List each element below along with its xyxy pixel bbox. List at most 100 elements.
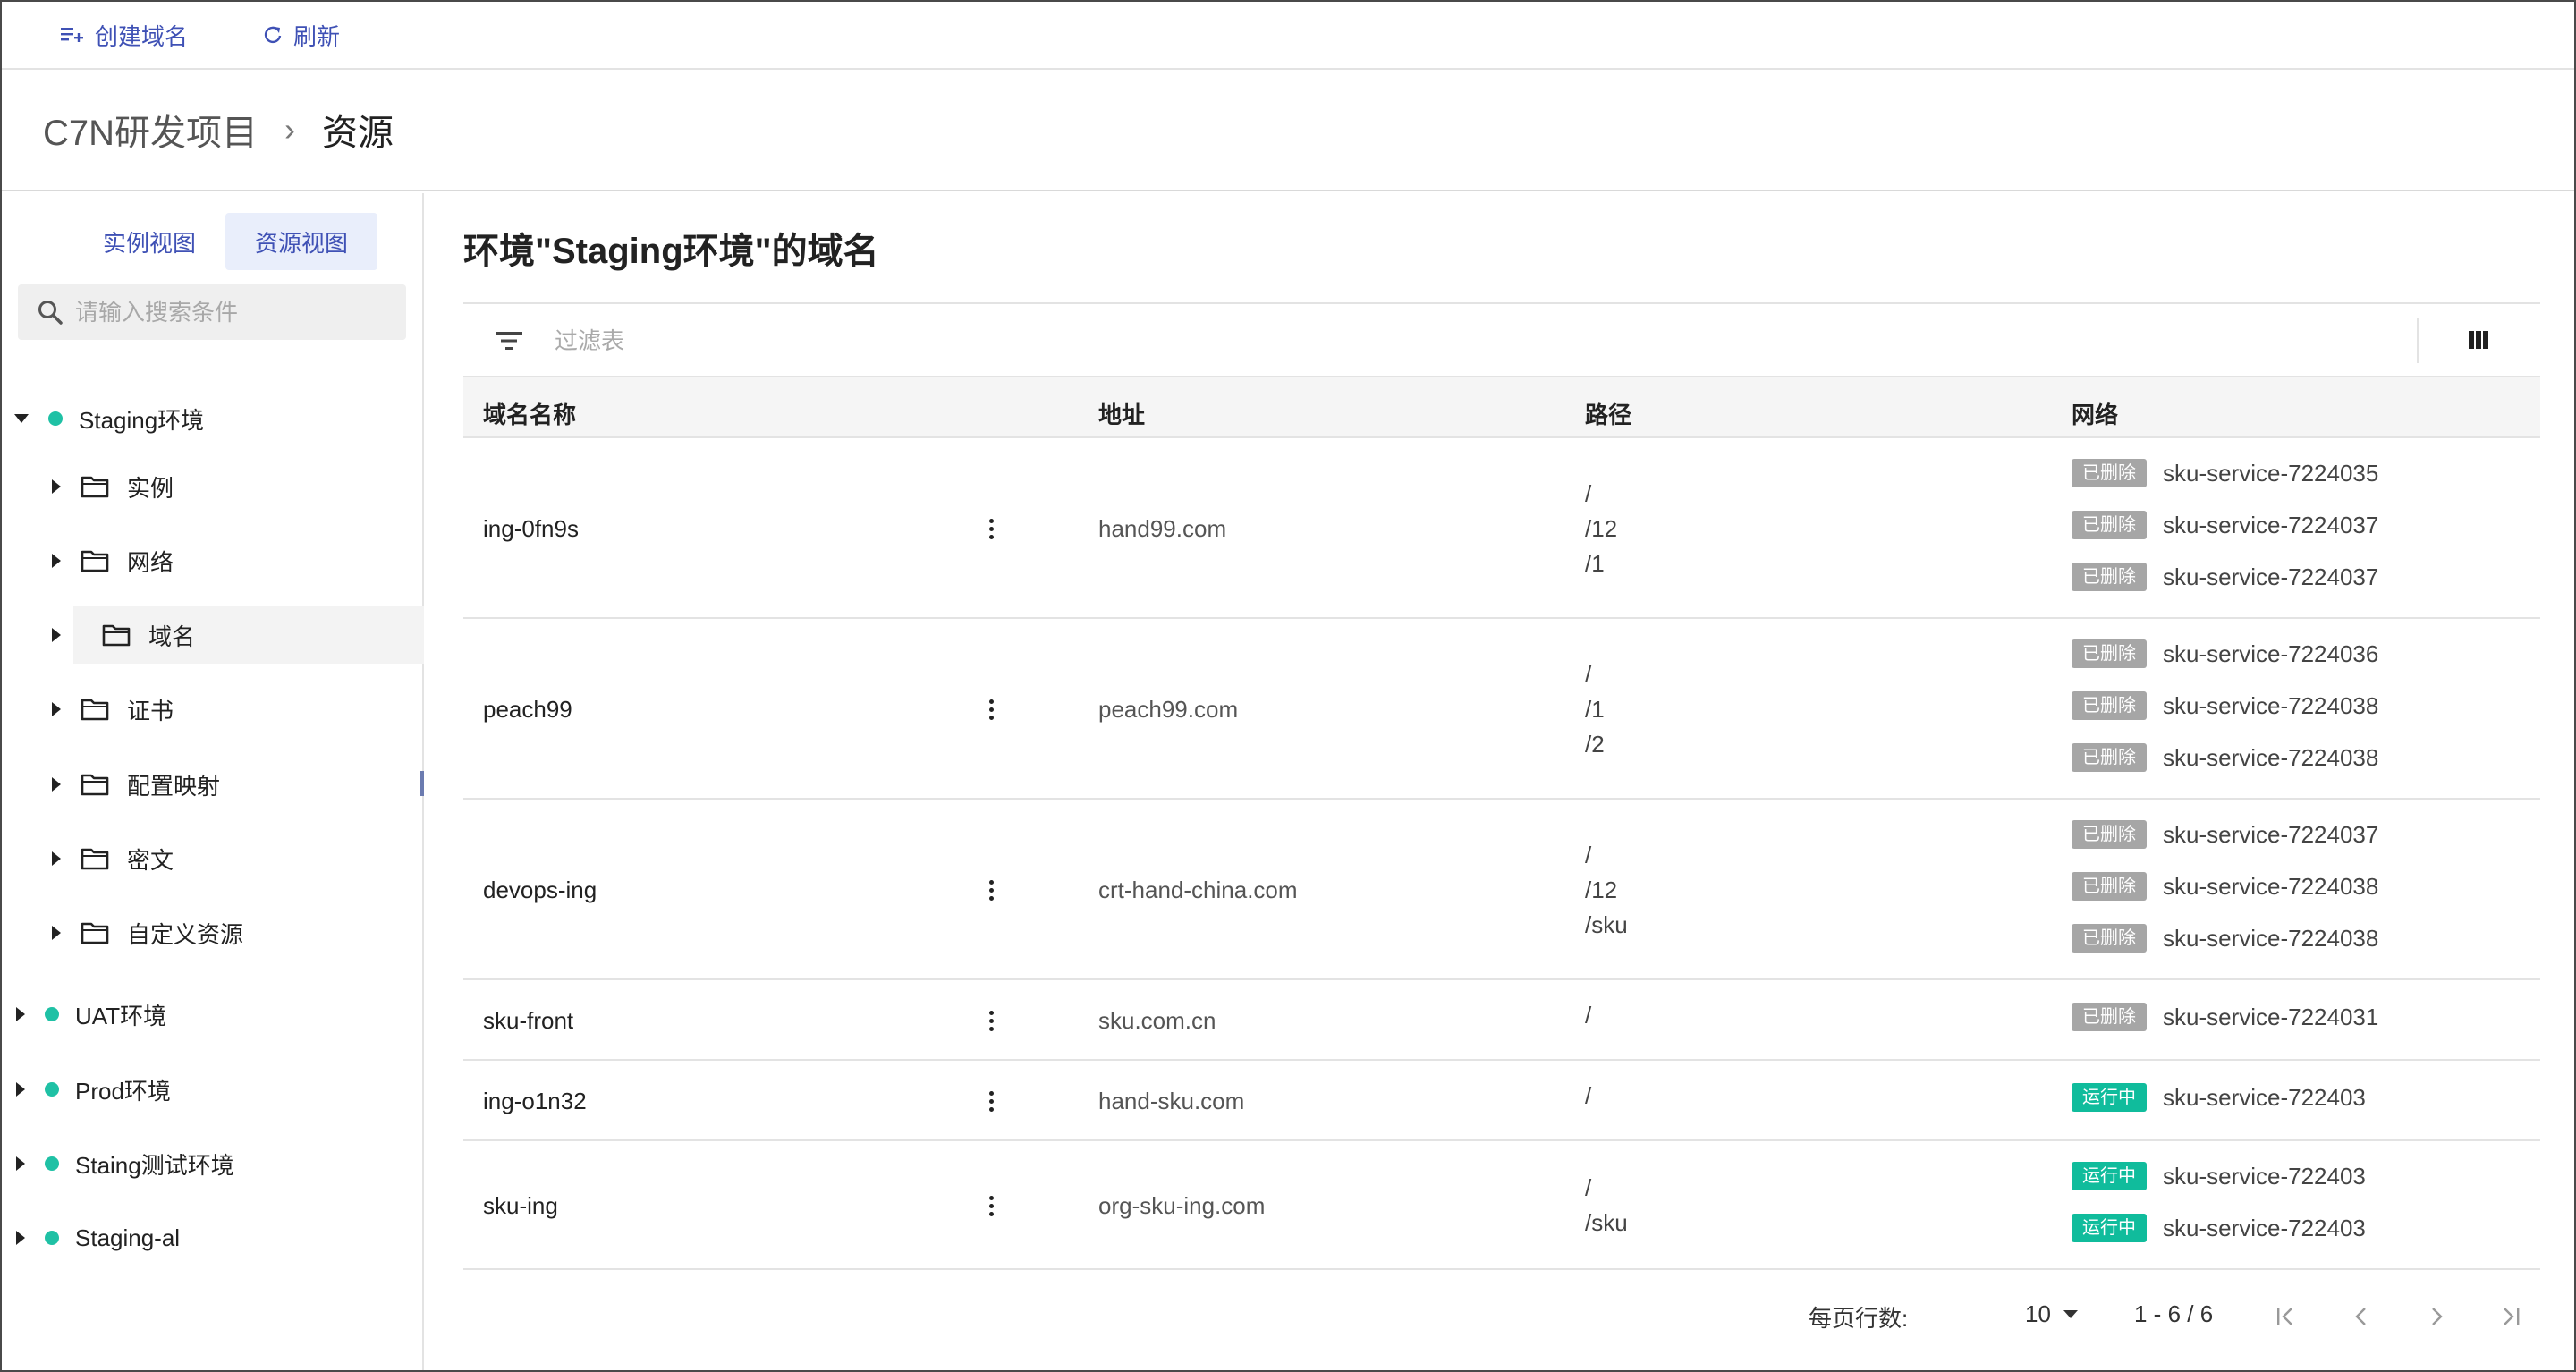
- folder-icon: [80, 699, 109, 721]
- tab-instance-view[interactable]: 实例视图: [73, 213, 225, 270]
- create-domain-button[interactable]: 创建域名: [61, 19, 188, 52]
- column-header-path[interactable]: 路径: [1585, 397, 1631, 430]
- row-menu-icon[interactable]: [984, 699, 998, 720]
- sidebar-resize-handle[interactable]: [420, 771, 424, 796]
- caret-right-icon[interactable]: [52, 926, 61, 940]
- tree-item[interactable]: 证书: [52, 681, 174, 738]
- path-list: /: [1585, 1079, 1591, 1114]
- folder-icon: [80, 476, 109, 498]
- folder-icon: [102, 624, 131, 647]
- network-item: 已删除 sku-service-7224038: [2072, 912, 2378, 964]
- tree-item[interactable]: 密文: [52, 830, 174, 887]
- first-page-icon[interactable]: [2275, 1306, 2299, 1327]
- tree-env-uat[interactable]: UAT环境: [16, 986, 166, 1043]
- tree-env-staging-al[interactable]: Staging-al: [16, 1209, 180, 1266]
- domain-name[interactable]: ing-o1n32: [483, 1088, 587, 1115]
- last-page-icon[interactable]: [2499, 1306, 2522, 1327]
- tree-item-label: 网络: [127, 548, 174, 576]
- next-page-icon[interactable]: [2428, 1306, 2445, 1327]
- tree-env-prod[interactable]: Prod环境: [16, 1061, 171, 1118]
- dropdown-arrow-icon: [2063, 1310, 2078, 1318]
- path-list: /: [1585, 998, 1591, 1033]
- domain-name[interactable]: ing-0fn9s: [483, 515, 579, 543]
- status-badge: 已删除: [2072, 563, 2147, 591]
- rows-per-page-select[interactable]: 10: [2025, 1300, 2078, 1328]
- row-menu-icon[interactable]: [984, 1091, 998, 1112]
- tree-item-label: 自定义资源: [127, 920, 244, 948]
- table-row[interactable]: ing-0fn9s hand99.com / /12/1 已删除 sku-service-…: [463, 438, 2540, 619]
- previous-page-icon[interactable]: [2352, 1306, 2370, 1327]
- column-header-address[interactable]: 地址: [1098, 397, 1145, 430]
- tab-resource-view[interactable]: 资源视图: [225, 213, 377, 270]
- domain-name[interactable]: devops-ing: [483, 877, 597, 904]
- row-menu-icon[interactable]: [984, 519, 998, 539]
- tree-item-label: 配置映射: [127, 772, 221, 800]
- row-menu-icon[interactable]: [984, 1011, 998, 1031]
- rows-per-page-label: 每页行数:: [1809, 1305, 1909, 1332]
- playlist-add-icon: [61, 28, 83, 42]
- refresh-button[interactable]: 刷新: [263, 19, 340, 52]
- table-row[interactable]: devops-ing crt-hand-china.com / /12/sku 已删除 s…: [463, 800, 2540, 980]
- tree-item[interactable]: 域名: [52, 606, 424, 664]
- network-name: sku-service-7224038: [2163, 743, 2379, 771]
- filter-icon[interactable]: [496, 331, 522, 351]
- table-row[interactable]: peach99 peach99.com / /1/2 已删除 sku-service-72…: [463, 619, 2540, 800]
- caret-right-icon[interactable]: [52, 628, 61, 642]
- network-name: sku-service-7224038: [2163, 924, 2379, 952]
- search-input[interactable]: [75, 298, 379, 326]
- filter-input[interactable]: [555, 326, 2254, 355]
- network-list: 运行中 sku-service-722403: [2072, 1071, 2366, 1123]
- table-row[interactable]: ing-o1n32 hand-sku.com / 运行中 sku-service-722…: [463, 1061, 2540, 1141]
- refresh-icon: [264, 26, 282, 44]
- caret-right-icon[interactable]: [16, 1156, 25, 1171]
- tree-env-label: Staing测试环境: [75, 1151, 234, 1179]
- network-item: 已删除 sku-service-7224031: [2072, 991, 2378, 1043]
- tree-item[interactable]: 实例: [52, 458, 174, 515]
- domain-address: hand-sku.com: [1098, 1088, 1245, 1114]
- create-domain-label: 创建域名: [95, 22, 189, 50]
- status-dot: [45, 1156, 59, 1171]
- caret-right-icon[interactable]: [52, 777, 61, 792]
- column-header-name[interactable]: 域名名称: [483, 397, 576, 430]
- search-box: [18, 284, 406, 340]
- tree-item[interactable]: 自定义资源: [52, 904, 243, 961]
- tree-env-staging[interactable]: Staging环境: [14, 390, 204, 447]
- network-item: 已删除 sku-service-7224035: [2072, 447, 2378, 499]
- caret-right-icon[interactable]: [52, 851, 61, 866]
- table-row[interactable]: sku-front sku.com.cn / 已删除 sku-service-72240…: [463, 980, 2540, 1061]
- domain-name[interactable]: sku-front: [483, 1007, 573, 1035]
- sidebar: 实例视图 资源视图 Staging环境 实例网络域名证书配置映射密文自定义资源 …: [2, 193, 424, 1370]
- network-name: sku-service-7224037: [2163, 511, 2379, 538]
- breadcrumb-project[interactable]: C7N研发项目: [43, 104, 258, 156]
- domain-name[interactable]: peach99: [483, 696, 572, 724]
- view-column-icon[interactable]: [2469, 331, 2488, 349]
- tree-item[interactable]: 网络: [52, 532, 174, 589]
- caret-right-icon[interactable]: [16, 1231, 25, 1245]
- domain-name[interactable]: sku-ing: [483, 1192, 558, 1220]
- status-badge: 已删除: [2072, 743, 2147, 772]
- table-row[interactable]: sku-ing org-sku-ing.com / /sku 运行中 sku-servic…: [463, 1141, 2540, 1270]
- tree-item[interactable]: 配置映射: [52, 756, 220, 813]
- search-icon: [38, 301, 63, 325]
- column-header-network[interactable]: 网络: [2072, 397, 2118, 430]
- status-badge: 已删除: [2072, 639, 2147, 668]
- network-name: sku-service-7224038: [2163, 872, 2379, 900]
- breadcrumb-separator: ›: [284, 111, 296, 148]
- caret-right-icon[interactable]: [52, 554, 61, 568]
- row-menu-icon[interactable]: [984, 880, 998, 901]
- path-item: /: [1585, 1174, 1592, 1201]
- path-item: /12: [1585, 514, 1618, 542]
- path-item: /: [1585, 1081, 1592, 1109]
- caret-down-icon[interactable]: [14, 414, 29, 423]
- caret-right-icon[interactable]: [52, 702, 61, 716]
- path-item: /sku: [1585, 1209, 1628, 1236]
- caret-right-icon[interactable]: [52, 479, 61, 494]
- tree-item-label: 域名: [148, 622, 196, 650]
- status-dot: [48, 411, 63, 426]
- caret-right-icon[interactable]: [16, 1082, 25, 1097]
- tree-env-staing-test[interactable]: Staing测试环境: [16, 1135, 234, 1192]
- network-item: 运行中 sku-service-722403: [2072, 1202, 2366, 1254]
- caret-right-icon[interactable]: [16, 1007, 25, 1021]
- row-menu-icon[interactable]: [984, 1196, 998, 1216]
- tree-env-label: UAT环境: [75, 1002, 167, 1029]
